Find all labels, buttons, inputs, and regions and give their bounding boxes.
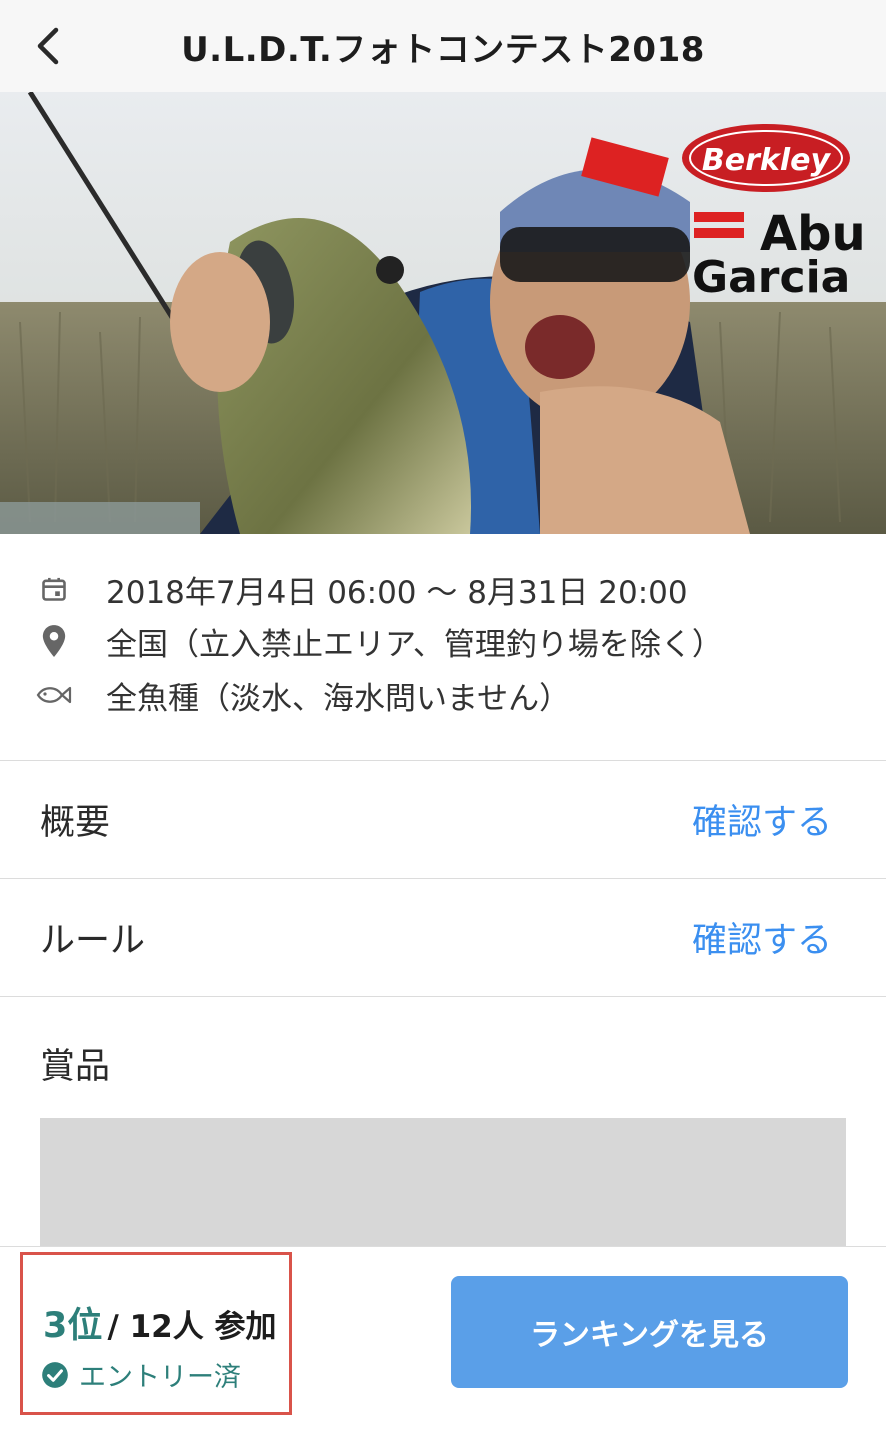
fish-icon (36, 677, 72, 713)
rules-confirm-link[interactable]: 確認する (692, 879, 832, 996)
overview-row[interactable]: 概要 確認する (0, 761, 886, 879)
view-ranking-button[interactable]: ランキングを見る (451, 1276, 848, 1388)
location-pin-icon (36, 623, 72, 659)
prizes-label: 賞品 (40, 1047, 111, 1087)
rules-row[interactable]: ルール 確認する (0, 879, 886, 997)
participants-count: / 12人 参加 (107, 1309, 277, 1345)
bottom-bar: 3位 / 12人 参加 エントリー済 ランキングを見る (0, 1246, 886, 1449)
info-date-row: 2018年7月4日 06:00 〜 8月31日 20:00 (36, 562, 688, 616)
check-circle-icon (42, 1361, 68, 1388)
prize-image-placeholder (40, 1118, 846, 1246)
navigation-bar: U.L.D.T.フォトコンテスト2018 (0, 0, 886, 93)
rank-summary: 3位 / 12人 参加 (43, 1297, 277, 1348)
entry-status-box: 3位 / 12人 参加 エントリー済 (20, 1252, 292, 1415)
info-species-row: 全魚種（淡水、海水問いません） (36, 668, 570, 722)
info-location-text: 全国（立入禁止エリア、管理釣り場を除く） (106, 626, 723, 663)
entry-status: エントリー済 (41, 1355, 241, 1394)
info-species-text: 全魚種（淡水、海水問いません） (106, 680, 571, 717)
contest-hero-image: Berkley Abu Garcia (0, 92, 886, 534)
overview-confirm-link[interactable]: 確認する (692, 761, 832, 878)
berkley-logo: Berkley (702, 143, 832, 178)
page-title: U.L.D.T.フォトコンテスト2018 (181, 29, 705, 70)
info-location-row: 全国（立入禁止エリア、管理釣り場を除く） (36, 614, 723, 668)
abu-garcia-logo-garcia: Garcia (692, 252, 850, 303)
entry-status-text: エントリー済 (79, 1362, 241, 1393)
overview-label: 概要 (40, 803, 111, 843)
contest-info: 2018年7月4日 06:00 〜 8月31日 20:00 全国（立入禁止エリア… (0, 534, 886, 761)
info-date-text: 2018年7月4日 06:00 〜 8月31日 20:00 (106, 574, 688, 611)
calendar-icon (36, 571, 72, 607)
rules-label: ルール (40, 921, 146, 961)
rank-value: 3位 (43, 1306, 103, 1346)
